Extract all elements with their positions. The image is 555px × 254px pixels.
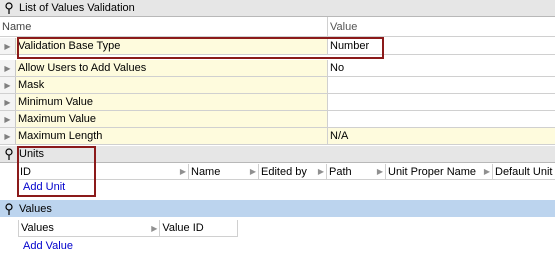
add-unit-link[interactable]: Add Unit — [23, 181, 65, 193]
row-name: Minimum Value — [16, 94, 328, 110]
units-col-default-unit[interactable]: Default Unit — [493, 164, 555, 179]
lov-column-header: Name Value — [0, 17, 555, 37]
units-col-path[interactable]: Path ▶ — [327, 164, 386, 179]
units-column-header: ID ▶ Name ▶ Edited by ▶ Path ▶ Unit Proper N… — [18, 164, 555, 180]
units-col-name[interactable]: Name ▶ — [189, 164, 259, 179]
row-value[interactable] — [328, 111, 555, 127]
chevron-right-icon[interactable]: ▶ — [0, 111, 16, 127]
lov-row-maximum-length[interactable]: ▶ Maximum Length N/A — [0, 128, 555, 145]
chevron-right-icon: ▶ — [179, 167, 186, 176]
lov-section-header[interactable]: List of Values Validation — [0, 0, 555, 17]
lov-row-mask[interactable]: ▶ Mask — [0, 77, 555, 94]
lov-row-maximum-value[interactable]: ▶ Maximum Value — [0, 111, 555, 128]
units-col-id[interactable]: ID ▶ — [18, 164, 189, 179]
row-value[interactable]: N/A — [328, 128, 555, 144]
chevron-right-icon: ▶ — [317, 167, 324, 176]
values-section-header[interactable]: Values — [0, 200, 555, 217]
row-value[interactable]: No — [328, 60, 555, 76]
row-name: Maximum Length — [16, 128, 328, 144]
row-name: Validation Base Type — [16, 38, 328, 54]
values-col-value-id[interactable]: Value ID — [160, 220, 237, 236]
chevron-right-icon[interactable]: ▶ — [0, 38, 16, 54]
units-col-unit-proper-name[interactable]: Unit Proper Name ▶ — [386, 164, 493, 179]
chevron-right-icon: ▶ — [151, 223, 158, 233]
pin-icon[interactable] — [2, 1, 16, 15]
name-column-header[interactable]: Name — [0, 17, 328, 36]
units-section-title: Units — [19, 148, 45, 160]
row-value[interactable] — [328, 94, 555, 110]
chevron-right-icon[interactable]: ▶ — [0, 77, 16, 93]
add-value-link[interactable]: Add Value — [23, 240, 73, 252]
lov-section-title: List of Values Validation — [19, 2, 135, 14]
units-col-edited-by[interactable]: Edited by ▶ — [259, 164, 327, 179]
row-value[interactable]: Number — [328, 38, 555, 54]
pin-icon[interactable] — [2, 202, 16, 216]
chevron-right-icon: ▶ — [249, 167, 256, 176]
values-col-values[interactable]: Values ▶ — [19, 220, 161, 236]
chevron-right-icon: ▶ — [483, 167, 490, 176]
chevron-right-icon[interactable]: ▶ — [0, 128, 16, 144]
lov-row-minimum-value[interactable]: ▶ Minimum Value — [0, 94, 555, 111]
row-name: Maximum Value — [16, 111, 328, 127]
values-section-title: Values — [19, 202, 52, 215]
chevron-right-icon: ▶ — [376, 167, 383, 176]
lov-row-validation-base-type[interactable]: ▶ Validation Base Type Number — [0, 38, 555, 55]
lov-row-allow-users[interactable]: ▶ Allow Users to Add Values No — [0, 60, 555, 77]
row-name: Mask — [16, 77, 328, 93]
values-column-header: Values ▶ Value ID — [18, 220, 238, 237]
row-name: Allow Users to Add Values — [16, 60, 328, 76]
value-column-header[interactable]: Value — [328, 17, 555, 36]
pin-icon[interactable] — [2, 147, 16, 161]
chevron-right-icon[interactable]: ▶ — [0, 60, 16, 76]
row-value[interactable] — [328, 77, 555, 93]
chevron-right-icon[interactable]: ▶ — [0, 94, 16, 110]
units-section-header[interactable]: Units — [0, 146, 555, 163]
